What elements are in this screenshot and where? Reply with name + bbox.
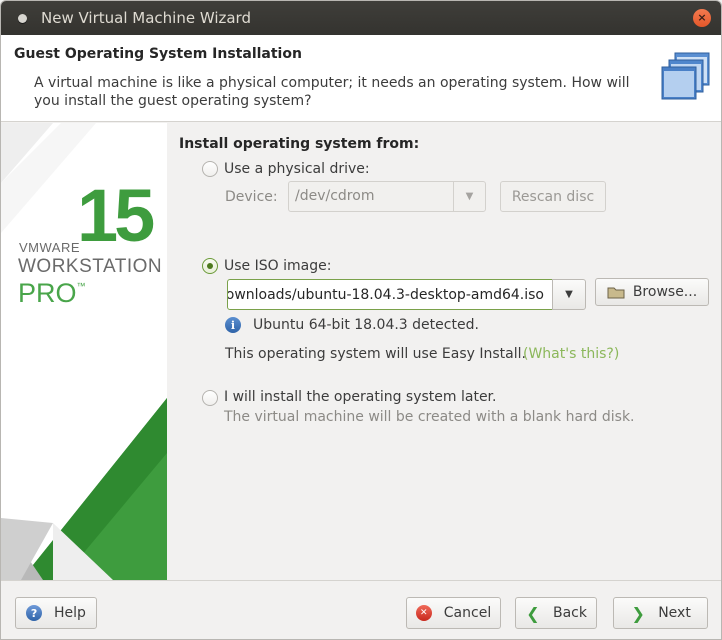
brand-edition-text: PRO [18, 278, 77, 308]
info-icon: i [225, 317, 241, 333]
wizard-header: Guest Operating System Installation A vi… [1, 35, 721, 122]
trademark-mark: ™ [76, 281, 86, 291]
iso-image-label[interactable]: Use ISO image: [224, 258, 331, 274]
brand-vendor: VMWARE [19, 240, 81, 255]
cancel-button[interactable]: ✕ Cancel [406, 597, 501, 629]
brand-edition: PRO™ [18, 278, 86, 309]
chevron-left-icon: ❮ [526, 603, 540, 623]
install-section-label: Install operating system from: [179, 136, 420, 152]
physical-drive-radio[interactable] [202, 161, 218, 177]
folder-icon [607, 287, 625, 299]
help-button[interactable]: ? Help [15, 597, 97, 629]
back-button[interactable]: ❮ Back [515, 597, 597, 629]
vmware-brand-panel: 15 VMWARE WORKSTATION PRO™ [1, 123, 167, 580]
wizard-window: New Virtual Machine Wizard × Guest Opera… [0, 0, 722, 640]
iso-path-input[interactable]: ownloads/ubuntu-18.04.3-desktop-amd64.is… [227, 279, 553, 310]
help-button-label: Help [54, 605, 86, 621]
install-later-radio[interactable] [202, 390, 218, 406]
close-icon[interactable]: × [693, 9, 711, 27]
wizard-footer: ? Help ✕ Cancel ❮ Back ❯ Next [1, 580, 721, 639]
window-title: New Virtual Machine Wizard [41, 9, 251, 27]
physical-drive-label[interactable]: Use a physical drive: [224, 161, 370, 177]
iso-history-dropdown[interactable]: ▼ [552, 279, 586, 310]
next-button[interactable]: ❯ Next [613, 597, 708, 629]
install-options: Install operating system from: Use a phy… [167, 123, 721, 580]
device-select[interactable]: /dev/cdrom ▼ [288, 181, 486, 212]
chevron-right-icon: ❯ [631, 603, 645, 623]
title-bar: New Virtual Machine Wizard × [1, 1, 721, 35]
browse-button-label: Browse... [632, 284, 698, 300]
cancel-icon: ✕ [415, 605, 432, 621]
iso-path-value: ownloads/ubuntu-18.04.3-desktop-amd64.is… [227, 287, 544, 303]
iso-image-radio[interactable] [202, 258, 218, 274]
next-button-label: Next [658, 605, 691, 621]
brand-product: WORKSTATION [18, 256, 163, 277]
install-later-subtext: The virtual machine will be created with… [224, 409, 635, 425]
help-icon: ? [26, 605, 43, 621]
browse-button[interactable]: Browse... [595, 278, 709, 306]
chevron-down-icon: ▼ [565, 289, 573, 300]
page-description: A virtual machine is like a physical com… [34, 75, 630, 109]
window-menu-icon[interactable] [18, 13, 27, 23]
easy-install-text: This operating system will use Easy Inst… [225, 346, 526, 362]
whats-this-link[interactable]: (What's this?) [523, 346, 619, 362]
stacked-windows-icon [661, 52, 710, 100]
device-label: Device: [225, 189, 278, 205]
rescan-disc-button[interactable]: Rescan disc [500, 181, 606, 212]
device-value: /dev/cdrom [295, 188, 375, 204]
page-title: Guest Operating System Installation [14, 46, 302, 62]
chevron-down-icon: ▼ [453, 182, 485, 211]
os-detected-text: Ubuntu 64-bit 18.04.3 detected. [253, 317, 479, 333]
cancel-button-label: Cancel [443, 605, 492, 621]
install-later-label[interactable]: I will install the operating system late… [224, 389, 496, 405]
back-button-label: Back [553, 605, 587, 621]
brand-version: 15 [77, 174, 155, 257]
